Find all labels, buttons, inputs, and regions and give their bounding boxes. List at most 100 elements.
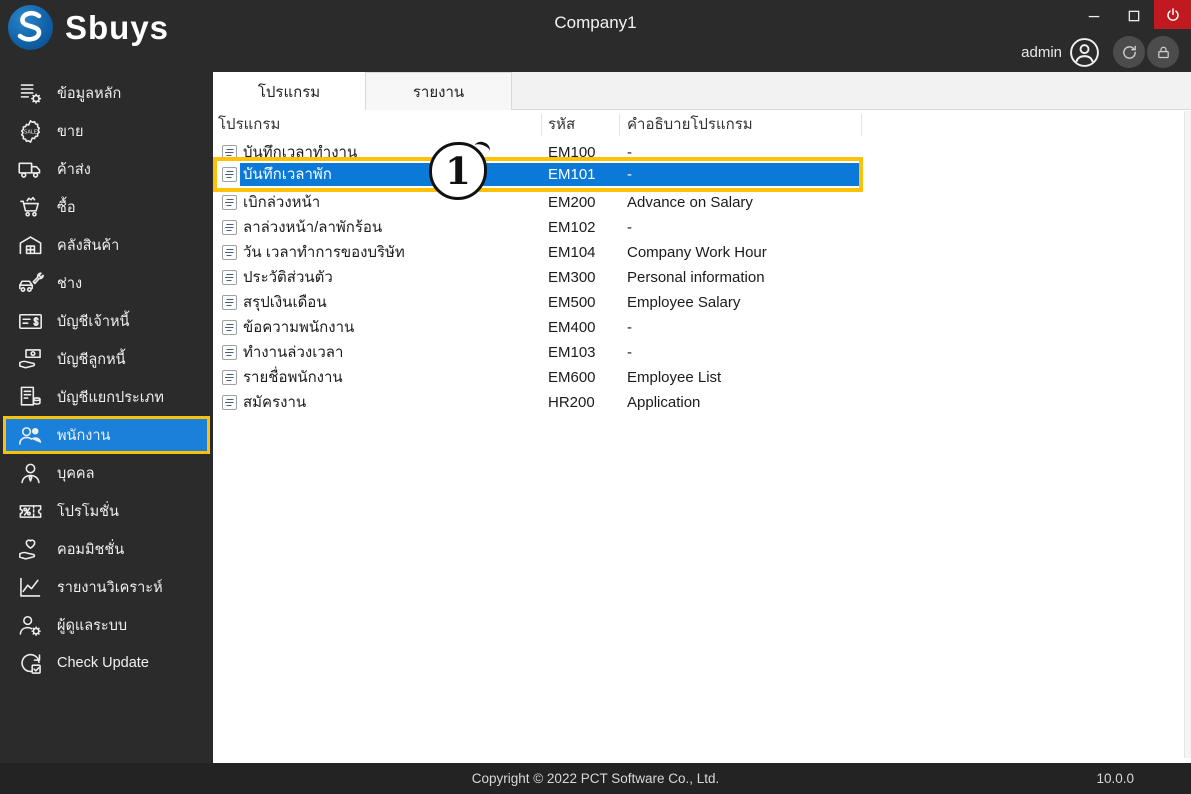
program-row-EM400[interactable]: ข้อความพนักงาน EM400 - (213, 315, 1178, 340)
cart-icon (16, 193, 44, 221)
form-icon (222, 370, 237, 385)
sidebar-item-label: บัญชีเจ้าหนี้ (57, 313, 130, 330)
program-row-EM103[interactable]: ทำงานล่วงเวลา EM103 - (213, 340, 1178, 365)
program-name: บันทึกเวลาพัก (243, 166, 332, 183)
hand-heart-icon (16, 535, 44, 563)
sidebar-item-accounts-receivable[interactable]: บัญชีลูกหนี้ (0, 340, 213, 378)
program-description: Application (627, 394, 701, 411)
app-window: Sbuys Company1 admin ข้อมูลหลัก SALE ขาย… (0, 0, 1191, 794)
sidebar: ข้อมูลหลัก SALE ขายค้าส่งซื้อคลังสินค้าช่า… (0, 72, 213, 763)
copyright-text: Copyright © 2022 PCT Software Co., Ltd. (471, 771, 720, 786)
version-number: 10.0.0 (1096, 771, 1134, 786)
user-name: admin (1021, 43, 1062, 61)
sidebar-item-commission[interactable]: คอมมิชชั่น (0, 530, 213, 568)
sidebar-item-general-ledger[interactable]: บัญชีแยกประเภท (0, 378, 213, 416)
sidebar-item-mechanic[interactable]: ช่าง (0, 264, 213, 302)
invoice-dollar-icon (16, 307, 44, 335)
program-name: ลาล่วงหน้า/ลาพักร้อน (243, 219, 383, 236)
sidebar-item-label: รายงานวิเคราะห์ (57, 579, 163, 596)
program-row-HR200[interactable]: สมัครงาน HR200 Application (213, 390, 1178, 415)
step-annotation-circle: 1 (429, 142, 487, 200)
warehouse-icon (16, 231, 44, 259)
program-name: ประวัติส่วนตัว (243, 269, 333, 286)
sidebar-item-label: ขาย (57, 123, 84, 140)
program-row-EM500[interactable]: สรุปเงินเดือน EM500 Employee Salary (213, 290, 1178, 315)
form-icon (222, 220, 237, 235)
selected-row-highlight[interactable]: บันทึกเวลาพัก EM101 - (213, 157, 863, 192)
form-icon (222, 167, 237, 182)
tab-label: โปรแกรม (257, 83, 321, 101)
column-header-description[interactable]: คำอธิบายโปรแกรม (627, 110, 753, 140)
sidebar-item-label: คลังสินค้า (57, 237, 120, 254)
program-row-EM300[interactable]: ประวัติส่วนตัว EM300 Personal information (213, 265, 1178, 290)
sale-badge-icon: SALE (16, 117, 44, 145)
refresh-button[interactable] (1113, 36, 1145, 68)
sidebar-item-label: บุคคล (57, 465, 95, 482)
sidebar-item-wholesale[interactable]: ค้าส่ง (0, 150, 213, 188)
program-code: EM200 (548, 194, 596, 211)
tab-programs[interactable]: โปรแกรม (213, 72, 365, 111)
sidebar-item-purchase[interactable]: ซื้อ (0, 188, 213, 226)
sidebar-item-label: พนักงาน (57, 427, 111, 444)
sidebar-item-employees[interactable]: พนักงาน (3, 416, 210, 454)
program-code: EM300 (548, 269, 596, 286)
title-bar: Sbuys Company1 admin (0, 0, 1191, 72)
program-description: Personal information (627, 269, 765, 286)
sidebar-item-promotion[interactable]: โปรโมชั่น (0, 492, 213, 530)
program-code: EM600 (548, 369, 596, 386)
lock-button[interactable] (1147, 36, 1179, 68)
coupon-icon (16, 497, 44, 525)
sidebar-item-label: โปรโมชั่น (57, 503, 119, 520)
sidebar-item-label: ค้าส่ง (57, 161, 91, 178)
car-wrench-icon (16, 269, 44, 297)
admin-gear-icon (16, 611, 44, 639)
sidebar-item-sales[interactable]: SALE ขาย (0, 112, 213, 150)
program-code: EM500 (548, 294, 596, 311)
minimize-button[interactable] (1081, 5, 1107, 27)
sidebar-item-analysis-report[interactable]: รายงานวิเคราะห์ (0, 568, 213, 606)
program-code: EM101 (548, 166, 596, 183)
selected-row[interactable]: บันทึกเวลาพัก EM101 - (240, 163, 859, 186)
column-header-program[interactable]: โปรแกรม (218, 110, 280, 140)
program-row-EM600[interactable]: รายชื่อพนักงาน EM600 Employee List (213, 365, 1178, 390)
sidebar-item-check-update[interactable]: Check Update (0, 644, 213, 682)
minimize-icon (1088, 15, 1100, 18)
tab-reports[interactable]: รายงาน (365, 72, 512, 110)
program-description: Employee List (627, 369, 722, 386)
sidebar-item-label: ซื้อ (57, 199, 76, 216)
program-row-EM102[interactable]: ลาล่วงหน้า/ลาพักร้อน EM102 - (213, 215, 1178, 240)
update-check-icon (16, 649, 44, 677)
ledger-coins-icon (16, 383, 44, 411)
sidebar-item-accounts-payable[interactable]: บัญชีเจ้าหนี้ (0, 302, 213, 340)
program-code: EM102 (548, 219, 596, 236)
sidebar-item-administrator[interactable]: ผู้ดูแลระบบ (0, 606, 213, 644)
program-name: สรุปเงินเดือน (243, 294, 327, 311)
program-description: Company Work Hour (627, 244, 767, 261)
sidebar-item-inventory[interactable]: คลังสินค้า (0, 226, 213, 264)
column-separator (861, 114, 862, 136)
program-name: ทำงานล่วงเวลา (243, 344, 344, 361)
program-description: - (627, 219, 632, 236)
hand-money-icon (16, 345, 44, 373)
form-icon (222, 320, 237, 335)
maximize-button[interactable] (1121, 5, 1147, 27)
vertical-scrollbar[interactable] (1184, 111, 1191, 758)
program-row-EM200[interactable]: เบิกล่วงหน้า EM200 Advance on Salary (213, 190, 1178, 215)
refresh-icon (1122, 45, 1136, 59)
user-avatar-icon[interactable] (1069, 37, 1100, 68)
user-area: admin (1021, 36, 1179, 68)
program-row-EM104[interactable]: วัน เวลาทำการของบริษัท EM104 Company Work … (213, 240, 1178, 265)
form-icon (222, 295, 237, 310)
program-name: เบิกล่วงหน้า (243, 194, 321, 211)
power-button[interactable] (1154, 0, 1191, 29)
program-code: EM103 (548, 344, 596, 361)
sidebar-item-master-data[interactable]: ข้อมูลหลัก (0, 74, 213, 112)
program-name: วัน เวลาทำการของบริษัท (243, 244, 405, 261)
sidebar-item-label: ข้อมูลหลัก (57, 85, 122, 102)
column-header-code[interactable]: รหัส (548, 110, 575, 140)
sidebar-item-label: ผู้ดูแลระบบ (57, 617, 128, 634)
sidebar-item-persons[interactable]: บุคคล (0, 454, 213, 492)
employees-icon (16, 421, 44, 449)
column-separator (619, 114, 620, 136)
lock-icon (1157, 46, 1169, 58)
